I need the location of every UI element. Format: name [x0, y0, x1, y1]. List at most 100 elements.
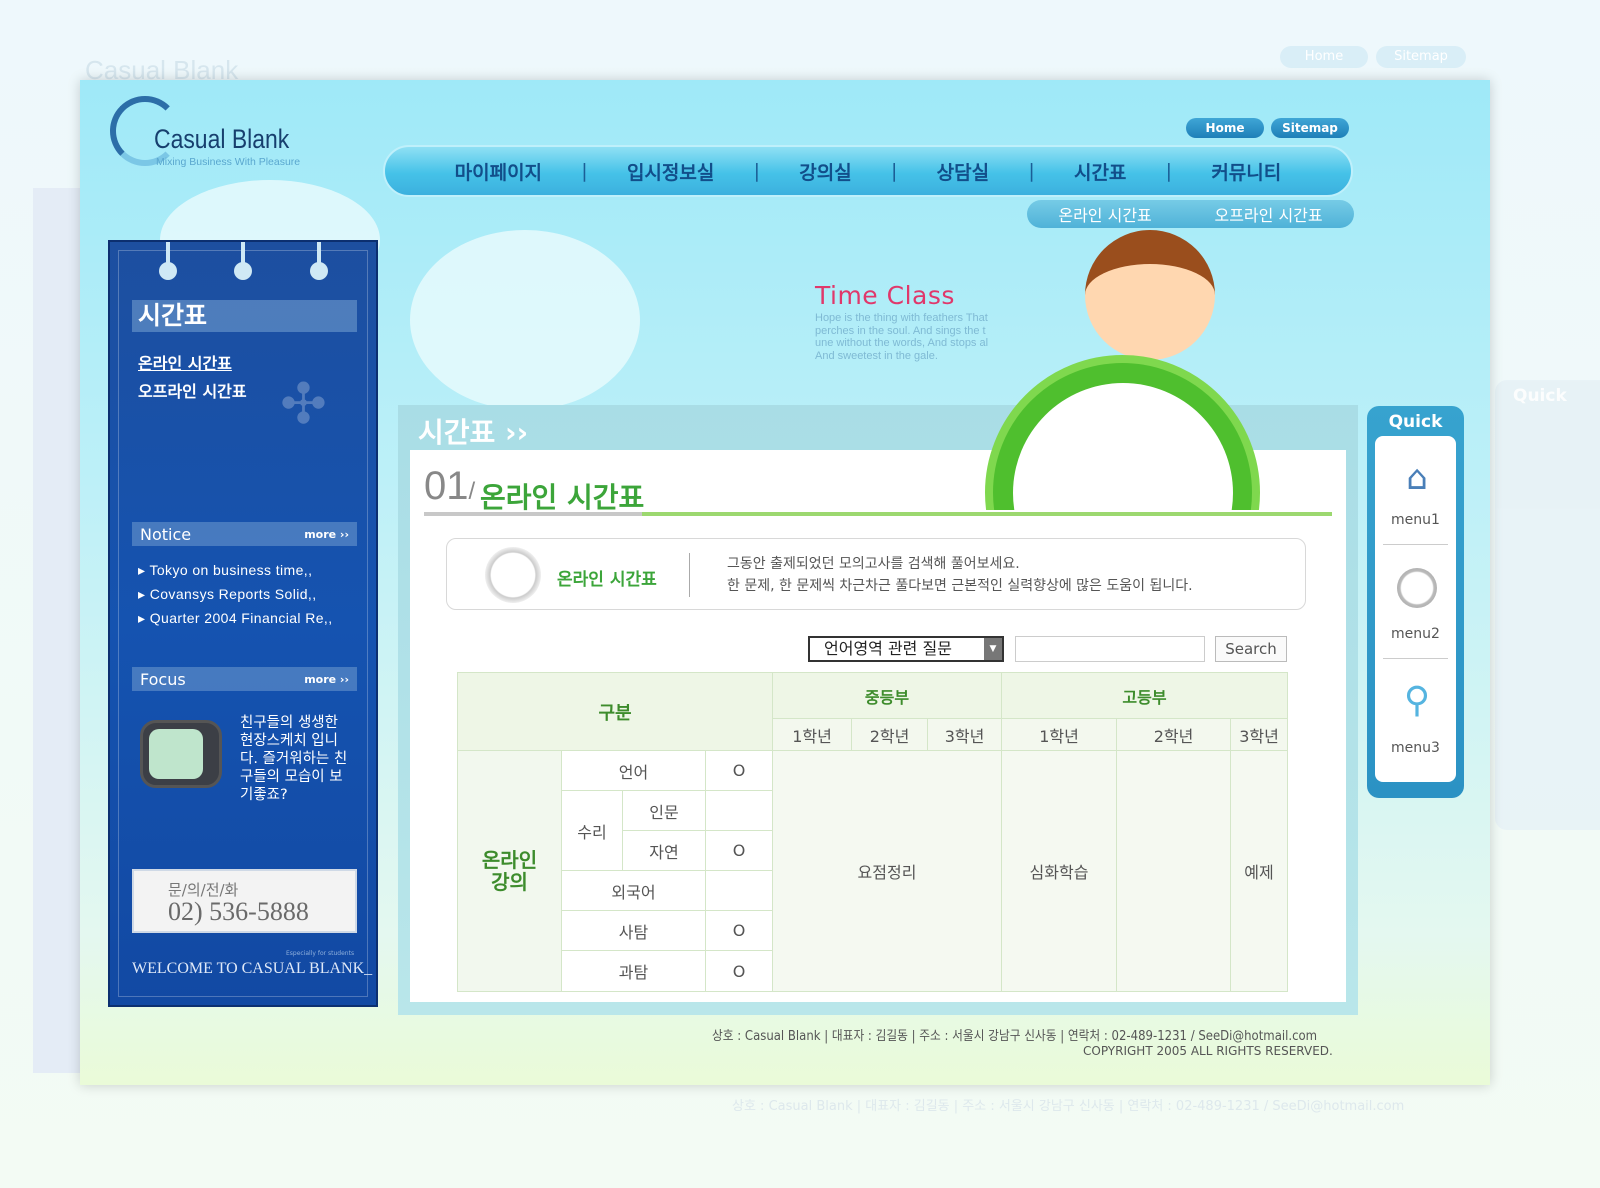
mark-cell: [705, 870, 773, 911]
header-middle-school: 중등부: [772, 672, 1002, 719]
tv-screen: [149, 729, 203, 779]
section-title: 시간표 ››: [418, 416, 529, 449]
focus-header: Focus more ››: [132, 667, 357, 691]
divider: [1383, 658, 1448, 659]
ghost-footer: 상호 : Casual Blank | 대표자 : 김길동 | 주소 : 서울시…: [732, 1099, 1405, 1114]
mark-cell: O: [705, 910, 773, 951]
focus-more-link[interactable]: more ››: [304, 673, 349, 686]
notice-item-text: Tokyo on business time,,: [149, 562, 313, 578]
content-panel: 01/ 온라인 시간표 온라인 시간표 그동안 출제되었던 모의고사를 검색해 …: [410, 450, 1346, 1002]
contact-phone-box: 문/의/전/화 02) 536-5888: [132, 869, 357, 933]
quick-menu: Quick ⌂ menu1 menu2 ⚲ menu3: [1367, 406, 1464, 798]
ghost-quick: Quick: [1495, 380, 1600, 830]
notice-more-link[interactable]: more ››: [304, 528, 349, 541]
category-select[interactable]: 언어영역 관련 질문 ▼: [808, 636, 1004, 662]
divider: [1383, 544, 1448, 545]
main-nav: 마이페이지 | 입시정보실 | 강의실 | 상담실 | 시간표 | 커뮤니티: [383, 145, 1353, 197]
quick-list: ⌂ menu1 menu2 ⚲ menu3: [1375, 436, 1456, 782]
middle-value-cell: 요점정리: [772, 750, 1002, 992]
search-button[interactable]: Search: [1215, 636, 1287, 662]
notice-title: Notice: [140, 524, 192, 544]
page-title: 온라인 시간표: [480, 481, 645, 514]
ghost-home: Home: [1280, 46, 1368, 68]
high2-value-cell: [1116, 750, 1231, 992]
ring-icon: [310, 262, 328, 280]
sidebar-link-offline[interactable]: 오프라인 시간표: [138, 378, 247, 402]
notice-header: Notice more ››: [132, 522, 357, 546]
mark-cell: O: [705, 750, 773, 791]
heading-number-text: 01: [424, 464, 469, 508]
quick-menu2[interactable]: menu2: [1375, 626, 1456, 642]
notice-item[interactable]: ▸ Tokyo on business time,,: [138, 562, 312, 579]
logo-tagline: Mixing Business With Pleasure: [156, 156, 301, 168]
heading-slash: /: [468, 478, 476, 505]
subject-cell: 과탐: [561, 950, 706, 992]
high1-value-cell: 심화학습: [1001, 750, 1117, 992]
sidebar-title: 시간표: [132, 300, 357, 332]
home-button[interactable]: Home: [1186, 118, 1264, 138]
ghost-quick-title: Quick: [1513, 386, 1567, 406]
header-grade: 2학년: [851, 718, 928, 751]
header-high-school: 고등부: [1001, 672, 1288, 719]
mark-cell: O: [705, 950, 773, 992]
subject-cell: 외국어: [561, 870, 706, 911]
nav-community[interactable]: 커뮤니티: [1211, 158, 1281, 185]
sitemap-button[interactable]: Sitemap: [1271, 118, 1349, 138]
info-box: 온라인 시간표 그동안 출제되었던 모의고사를 검색해 풀어보세요. 한 문제,…: [446, 538, 1306, 610]
nav-mypage[interactable]: 마이페이지: [455, 158, 542, 185]
ring-icon: [159, 262, 177, 280]
header-grade: 3학년: [1230, 718, 1288, 751]
chevron-down-icon[interactable]: ▼: [984, 638, 1002, 660]
focus-text: 친구들의 생생한 현장스케치 입니다. 즐거워하는 친구들의 모습이 보기좋죠?: [240, 715, 348, 803]
nav-separator: |: [581, 160, 588, 182]
sub-nav: 온라인 시간표 오프라인 시간표: [1027, 200, 1354, 228]
nav-counsel[interactable]: 상담실: [937, 158, 989, 185]
tv-icon[interactable]: [140, 720, 222, 788]
footer-copyright: COPYRIGHT 2005 ALL RIGHTS RESERVED.: [1083, 1044, 1333, 1058]
nav-timetable[interactable]: 시간표: [1074, 158, 1126, 185]
background-ghost: [33, 188, 80, 1073]
subnav-online-timetable[interactable]: 온라인 시간표: [1058, 202, 1151, 226]
logo[interactable]: Casual Blank Mixing Business With Pleasu…: [108, 96, 338, 176]
magnifier-icon[interactable]: ⚲: [1397, 680, 1437, 721]
heading-number: 01/: [424, 464, 475, 509]
notice-item[interactable]: ▸ Quarter 2004 Financial Re,,: [138, 610, 333, 627]
quick-menu1[interactable]: menu1: [1375, 512, 1456, 528]
group-online-lecture: 온라인 강의: [457, 750, 562, 992]
boy-character-illustration: [1085, 230, 1215, 360]
clock-icon: [485, 547, 541, 603]
nav-separator: |: [1165, 160, 1173, 182]
subject-cell: 언어: [561, 750, 706, 791]
house-icon[interactable]: ⌂: [1397, 458, 1437, 498]
nav-separator: |: [753, 160, 760, 182]
header-grade: 1학년: [772, 718, 852, 751]
hero-title: Time Class: [815, 281, 955, 310]
subject-parent-cell: 수리: [561, 790, 623, 871]
high3-value-cell: 예제: [1230, 750, 1288, 992]
focus-title: Focus: [140, 669, 186, 689]
nav-separator: |: [890, 160, 898, 182]
clock-icon[interactable]: [1397, 568, 1437, 608]
notice-item-text: Covansys Reports Solid,,: [149, 586, 317, 602]
sidebar-link-online[interactable]: 온라인 시간표: [138, 350, 232, 374]
timetable: 구분 중등부 고등부 1학년 2학년 3학년 1학년 2학년 3학년 온라인 강의 언어 O 요점정…: [457, 672, 1288, 992]
hero-text: Hope is the thing with feathers That per…: [815, 312, 989, 362]
logo-name: Casual Blank: [154, 124, 290, 154]
notice-item[interactable]: ▸ Covansys Reports Solid,,: [138, 586, 317, 603]
header-category: 구분: [457, 672, 773, 751]
heading-underline: [424, 512, 1332, 516]
sidebar: 시간표 온라인 시간표 오프라인 시간표 ✣ Notice more ›› ▸ T…: [108, 240, 378, 1007]
quick-menu3[interactable]: menu3: [1375, 740, 1456, 756]
welcome-text: WELCOME TO CASUAL BLANK_: [132, 960, 373, 977]
ring-icon: [234, 262, 252, 280]
search-input[interactable]: [1015, 636, 1205, 662]
divider: [689, 553, 690, 597]
subnav-offline-timetable[interactable]: 오프라인 시간표: [1214, 202, 1322, 226]
footer-info: 상호 : Casual Blank | 대표자 : 김길동 | 주소 : 서울시…: [712, 1029, 1318, 1044]
nav-classroom[interactable]: 강의실: [799, 158, 851, 185]
puzzle-icon: ✣: [280, 372, 327, 437]
header-grade: 2학년: [1116, 718, 1231, 751]
info-description: 그동안 출제되었던 모의고사를 검색해 풀어보세요. 한 문제, 한 문제씩 차…: [727, 556, 1193, 594]
nav-admission-info[interactable]: 입시정보실: [627, 158, 714, 185]
mark-cell: [705, 790, 773, 831]
